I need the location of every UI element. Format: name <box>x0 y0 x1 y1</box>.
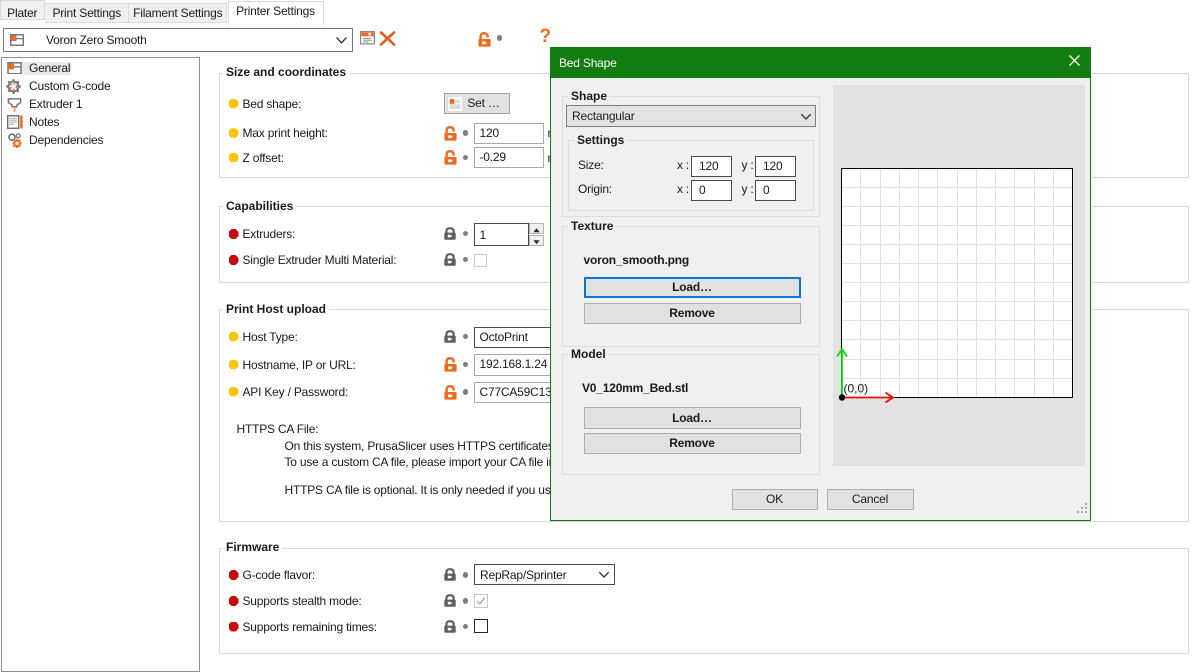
svg-text:(0,0): (0,0) <box>844 382 869 396</box>
